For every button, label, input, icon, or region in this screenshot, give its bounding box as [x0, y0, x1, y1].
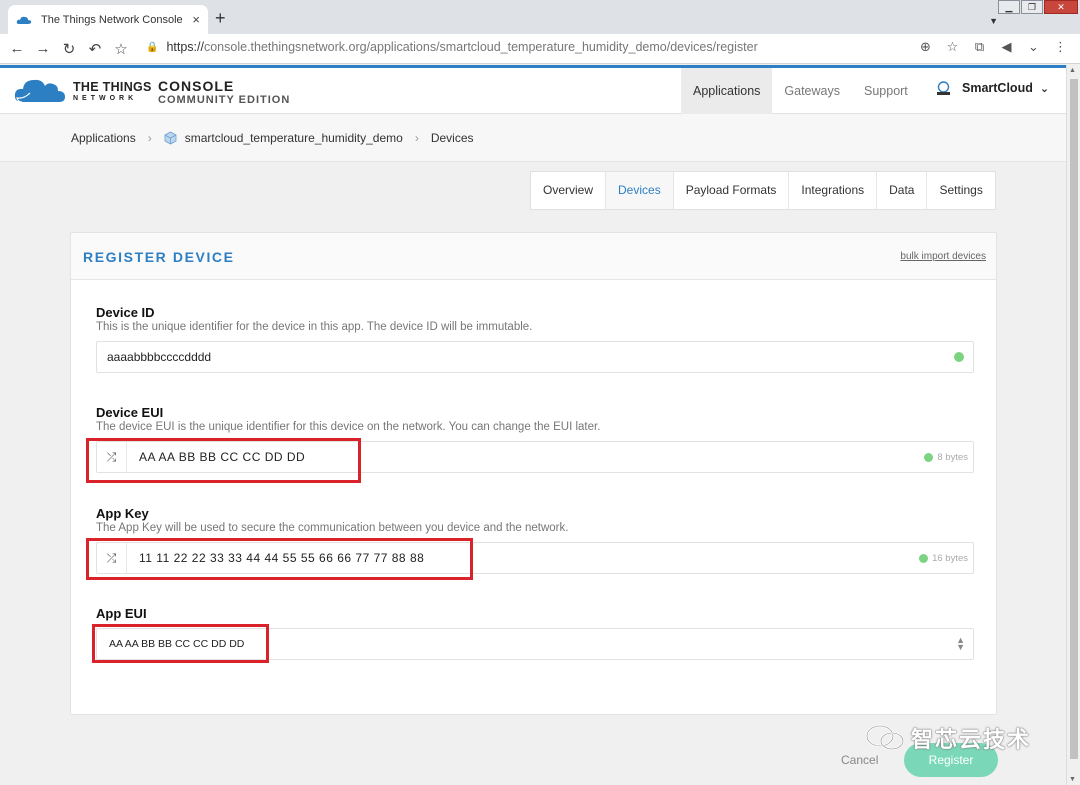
breadcrumb-app[interactable]: smartcloud_temperature_humidity_demo [185, 131, 403, 145]
avatar-icon [937, 81, 950, 95]
valid-check-icon [924, 453, 934, 462]
breadcrumb: Applications › smartcloud_temperature_hu… [0, 114, 1066, 162]
menu-dots-icon[interactable]: ⋮ [1047, 39, 1074, 55]
tab-settings[interactable]: Settings [927, 172, 994, 209]
ttn-header: THE THINGS NETWORK CONSOLE COMMUNITY EDI… [0, 65, 1066, 114]
chevron-down-icon: ⌄ [1039, 82, 1050, 95]
valid-check-icon [954, 352, 964, 362]
device-eui-label: Device EUI [96, 405, 164, 420]
user-menu[interactable]: SmartCloud ⌄ [935, 81, 1049, 95]
tab-search-icon[interactable]: ▼ [989, 16, 998, 26]
maximize-icon[interactable]: ❐ [1021, 0, 1043, 14]
card-header: REGISTER DEVICE bulk import devices [71, 233, 996, 280]
browser-tab[interactable]: The Things Network Console × [8, 5, 208, 34]
ttn-brand: THE THINGS NETWORK [73, 81, 152, 105]
back-icon[interactable]: ← [4, 40, 30, 57]
brand-top-text: THE THINGS [73, 80, 152, 94]
scroll-up-icon[interactable]: ▲ [1069, 67, 1076, 74]
undo-icon[interactable]: ↶ [82, 40, 108, 58]
new-tab-button[interactable]: + [215, 8, 226, 29]
tab-data[interactable]: Data [877, 172, 928, 209]
card-title: REGISTER DEVICE [83, 249, 235, 265]
page-scrollbar[interactable]: ▲ ▼ [1066, 65, 1080, 785]
app-key-label: App Key [96, 506, 149, 521]
watermark-text: 智芯云技术 [911, 727, 1032, 752]
nav-support[interactable]: Support [852, 68, 920, 114]
app-eui-field: App EUI AA AA BB BB CC CC DD DD ▲ ▼ [96, 606, 974, 660]
zoom-icon[interactable]: ⊕ [912, 39, 939, 55]
lock-icon: 🔒 [146, 41, 159, 53]
application-cube-icon [164, 131, 177, 144]
tab-payload-formats[interactable]: Payload Formats [674, 172, 790, 209]
highlight-box [86, 538, 473, 580]
ttn-favicon-icon [16, 16, 32, 24]
scrollbar-thumb[interactable] [1070, 79, 1078, 759]
pocket-icon[interactable]: ⌄ [1020, 39, 1047, 55]
speaker-icon[interactable]: ◀ [993, 39, 1020, 55]
device-id-field: Device ID This is the unique identifier … [96, 305, 974, 373]
breadcrumb-separator-icon: › [147, 130, 152, 145]
url-path: console.thethingsnetwork.org/application… [203, 40, 758, 54]
bulk-import-link[interactable]: bulk import devices [900, 251, 986, 262]
tab-integrations[interactable]: Integrations [789, 172, 878, 209]
valid-check-icon [919, 554, 929, 563]
brand-bottom-text: NETWORK [73, 95, 138, 102]
forward-icon[interactable]: → [30, 40, 56, 57]
cancel-button[interactable]: Cancel [841, 753, 878, 767]
device-id-value: aaaabbbbccccdddd [107, 350, 212, 364]
browser-extension-icons: ⊕ ☆ ⧉ ◀ ⌄ ⋮ [912, 39, 1074, 55]
star-icon[interactable]: ☆ [939, 39, 966, 55]
device-eui-field: Device EUI The device EUI is the unique … [96, 405, 974, 473]
breadcrumb-applications[interactable]: Applications [71, 131, 136, 145]
device-eui-bytes: 8 bytes [924, 452, 968, 463]
device-eui-desc: The device EUI is the unique identifier … [96, 421, 601, 433]
ttn-cloud-logo-icon[interactable] [14, 76, 66, 104]
url-bar[interactable]: 🔒 https:// console.thethingsnetwork.org/… [146, 40, 758, 54]
bookmark-star-icon[interactable]: ☆ [108, 40, 134, 58]
highlight-box [86, 438, 361, 483]
watermark: 智芯云技术 [865, 722, 1031, 754]
wechat-icon [866, 725, 904, 750]
nav-applications[interactable]: Applications [681, 68, 773, 114]
console-title: CONSOLE COMMUNITY EDITION [158, 79, 290, 107]
browser-tab-title: The Things Network Console [41, 13, 183, 26]
nav-gateways[interactable]: Gateways [772, 68, 852, 114]
app-key-bytes: 16 bytes [919, 553, 968, 564]
window-controls: ▁ ❐ ✕ [997, 0, 1078, 14]
device-eui-bytes-text: 8 bytes [937, 452, 968, 463]
minimize-icon[interactable]: ▁ [998, 0, 1020, 14]
device-id-label: Device ID [96, 305, 155, 320]
highlight-box [92, 624, 269, 663]
select-arrows-icon: ▲ ▼ [956, 635, 965, 652]
browser-toolbar: ← → ↻ ↶ ☆ 🔒 https:// console.thethingsne… [0, 34, 1080, 64]
app-key-bytes-text: 16 bytes [932, 553, 968, 564]
app-eui-label: App EUI [96, 606, 147, 621]
app-key-field: App Key The App Key will be used to secu… [96, 506, 974, 574]
console-edition-text: COMMUNITY EDITION [158, 94, 291, 106]
user-name: SmartCloud [962, 81, 1033, 95]
breadcrumb-devices: Devices [430, 130, 474, 145]
console-title-text: CONSOLE [158, 78, 235, 94]
device-id-desc: This is the unique identifier for the de… [96, 321, 533, 333]
breadcrumb-separator-icon: › [414, 130, 419, 145]
crop-icon[interactable]: ⧉ [966, 39, 993, 55]
device-id-input[interactable]: aaaabbbbccccdddd [96, 341, 974, 373]
browser-tabbar: The Things Network Console × + ▼ ▁ ❐ ✕ [0, 0, 1080, 34]
reload-icon[interactable]: ↻ [56, 40, 82, 58]
app-subnav: Overview Devices Payload Formats Integra… [530, 171, 996, 210]
tab-overview[interactable]: Overview [531, 172, 607, 209]
scroll-down-icon[interactable]: ▼ [1069, 776, 1076, 783]
app-key-desc: The App Key will be used to secure the c… [96, 522, 569, 534]
top-nav: Applications Gateways Support [681, 68, 920, 114]
tab-devices[interactable]: Devices [606, 172, 674, 209]
close-tab-icon[interactable]: × [192, 12, 200, 27]
window-close-icon[interactable]: ✕ [1044, 0, 1078, 14]
url-scheme: https:// [166, 40, 204, 54]
